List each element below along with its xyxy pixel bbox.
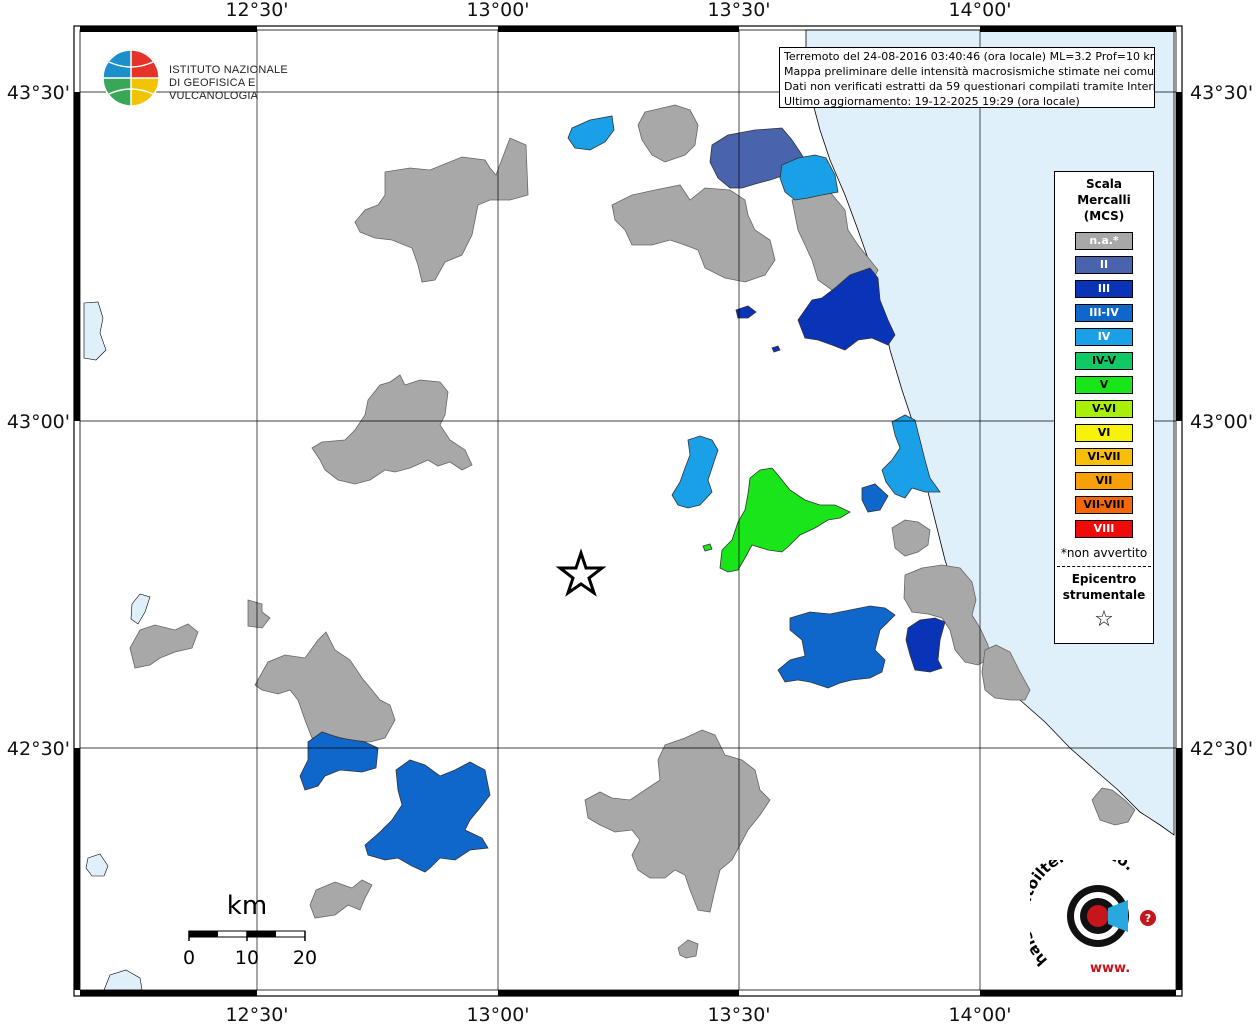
legend-epicentre-line1: Epicentro [1071,572,1137,586]
legend-item: V-VI [1075,400,1133,418]
event-info-line-1: Terremoto del 24-08-2016 03:40:46 (ora l… [784,50,1155,63]
legend-items: n.a.* II III III-IV IV IV-V V V-VI VI VI-VII VII VI… [1055,232,1153,538]
lon-label-top-4: 14°00' [948,0,1011,21]
lat-label-right-2: 43°00' [1190,411,1253,433]
lat-label-left-3: 42°30' [7,738,70,760]
legend-note: *non avvertito [1060,546,1148,560]
legend-item: VII [1075,472,1133,490]
legend-epicentre-label: Epicentro strumentale [1055,571,1153,603]
lon-label-top-2: 13°00' [466,0,529,21]
lon-label-bottom-1: 12°30' [225,1004,288,1024]
legend-title-line3: (MCS) [1083,209,1125,223]
hsit-logo-prefix: www. [1090,961,1130,976]
legend-item: VIII [1075,520,1133,538]
lat-label-left-1: 43°30' [7,82,70,104]
lon-label-top-1: 12°30' [225,0,288,21]
event-info-box: Terremoto del 24-08-2016 03:40:46 (ora l… [779,47,1155,108]
ingv-logo: ISTITUTO NAZIONALE DI GEOFISICA E VULCAN… [101,48,321,112]
event-info-line-3: Dati non verificati estratti da 59 quest… [784,80,1155,93]
legend-item: II [1075,256,1133,274]
scale-tick-20: 20 [293,947,317,969]
legend-epicentre-line2: strumentale [1062,588,1146,602]
legend-item: n.a.* [1075,232,1133,250]
lat-label-right-3: 42°30' [1190,738,1253,760]
legend-item: IV [1075,328,1133,346]
scale-unit: km [227,891,267,921]
scale-tick-0: 0 [183,947,195,969]
legend-item: III-IV [1075,304,1133,322]
legend-star-icon: ☆ [1094,607,1114,632]
legend-title: Scala Mercalli (MCS) [1055,176,1153,224]
lon-label-bottom-4: 14°00' [948,1004,1011,1024]
lat-label-right-1: 43°30' [1190,82,1253,104]
legend-item: VI [1075,424,1133,442]
scale-tick-10: 10 [235,947,259,969]
legend-separator [1057,566,1151,567]
legend-item: VII-VIII [1075,496,1133,514]
svg-text:?: ? [1145,912,1151,925]
legend-title-line1: Scala [1085,177,1123,191]
legend-item: III [1075,280,1133,298]
legend-item: V [1075,376,1133,394]
lon-label-bottom-2: 13°00' [466,1004,529,1024]
mcs-legend: Scala Mercalli (MCS) n.a.* II III III-IV IV I… [1054,171,1154,644]
ingv-globe-icon [102,49,160,107]
legend-item: IV-V [1075,352,1133,370]
lon-label-top-3: 13°30' [707,0,770,21]
event-info-line-4: Ultimo aggiornamento: 19-12-2025 19:29 (… [784,95,1080,108]
lat-label-left-2: 43°00' [7,411,70,433]
legend-title-line2: Mercalli [1077,193,1131,207]
hsit-logo: haisentitoilterremoto.it www. ? [1030,860,1156,976]
lon-label-bottom-3: 13°30' [707,1004,770,1024]
ingv-name-line1: ISTITUTO NAZIONALE [169,64,288,76]
legend-item: VI-VII [1075,448,1133,466]
event-info-line-2: Mappa preliminare delle intensità macros… [784,65,1155,78]
ingv-name-line2: DI GEOFISICA E VULCANOLOGIA [169,77,259,102]
